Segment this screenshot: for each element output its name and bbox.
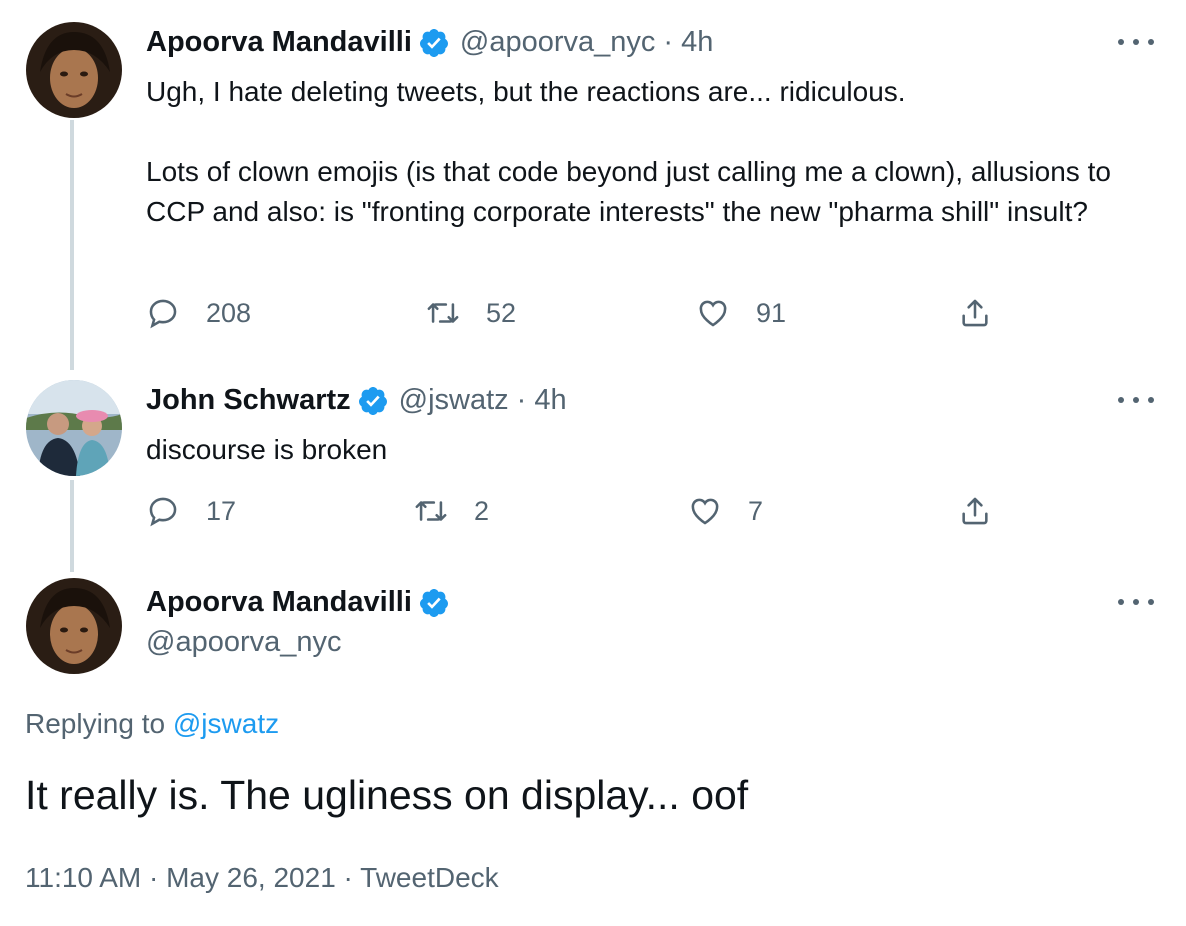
tweet-text: Ugh, I hate deleting tweets, but the rea… xyxy=(146,76,1111,227)
verified-badge-icon xyxy=(418,27,450,59)
like-count: 7 xyxy=(748,495,764,526)
separator: · xyxy=(663,26,674,58)
tweet-header: John Schwartz @jswatz · 4h xyxy=(146,384,567,417)
timestamp[interactable]: 4h xyxy=(681,26,713,59)
tweet-actions: 208 52 91 xyxy=(146,296,1006,336)
like-button[interactable]: 7 xyxy=(688,494,763,528)
avatar[interactable] xyxy=(26,578,122,674)
retweet-button[interactable]: 2 xyxy=(414,494,489,528)
more-options-icon[interactable] xyxy=(1118,32,1154,52)
author-handle[interactable]: @jswatz xyxy=(399,384,509,417)
tweet-metadata[interactable]: 11:10 AM · May 26, 2021 · TweetDeck xyxy=(25,862,499,894)
share-icon xyxy=(962,299,988,327)
heart-icon xyxy=(699,300,727,327)
avatar[interactable] xyxy=(26,22,122,118)
thread-line xyxy=(70,480,74,572)
tweet-header: @apoorva_nyc xyxy=(146,626,342,659)
author-name[interactable]: John Schwartz xyxy=(146,384,351,417)
reply-icon xyxy=(149,497,177,527)
tweet-text: It really is. The ugliness on display...… xyxy=(25,772,749,818)
more-options-icon[interactable] xyxy=(1118,390,1154,410)
separator: · xyxy=(516,384,527,416)
author-handle[interactable]: @apoorva_nyc xyxy=(460,26,656,59)
timestamp[interactable]: 4h xyxy=(534,384,566,417)
retweet-count: 2 xyxy=(474,495,490,526)
retweet-icon xyxy=(415,501,447,521)
author-handle[interactable]: @apoorva_nyc xyxy=(146,626,342,659)
reply-count: 17 xyxy=(206,495,237,526)
replying-prefix: Replying to xyxy=(25,708,166,739)
like-button[interactable]: 91 xyxy=(696,296,786,330)
tweet-header: Apoorva Mandavilli xyxy=(146,586,450,619)
share-icon xyxy=(962,497,988,525)
thread-line xyxy=(70,120,74,370)
reply-button[interactable]: 208 xyxy=(146,296,251,330)
share-button[interactable] xyxy=(958,296,1018,330)
reply-button[interactable]: 17 xyxy=(146,494,236,528)
reply-count: 208 xyxy=(206,297,252,328)
reply-icon xyxy=(149,299,177,329)
verified-badge-icon xyxy=(357,385,389,417)
like-count: 91 xyxy=(756,297,787,328)
retweet-icon xyxy=(427,303,459,323)
author-name[interactable]: Apoorva Mandavilli xyxy=(146,586,412,619)
retweet-count: 52 xyxy=(486,297,517,328)
tweet-actions: 17 2 7 xyxy=(146,494,1006,534)
mention-link[interactable]: @jswatz xyxy=(173,708,279,739)
share-button[interactable] xyxy=(958,494,1018,528)
replying-to: Replying to @jswatz xyxy=(25,708,279,740)
retweet-button[interactable]: 52 xyxy=(426,296,516,330)
verified-badge-icon xyxy=(418,587,450,619)
tweet-text: discourse is broken xyxy=(146,434,388,465)
author-name[interactable]: Apoorva Mandavilli xyxy=(146,26,412,59)
avatar[interactable] xyxy=(26,380,122,476)
tweet-header: Apoorva Mandavilli @apoorva_nyc · 4h xyxy=(146,26,713,59)
heart-icon xyxy=(691,498,719,525)
more-options-icon[interactable] xyxy=(1118,592,1154,612)
